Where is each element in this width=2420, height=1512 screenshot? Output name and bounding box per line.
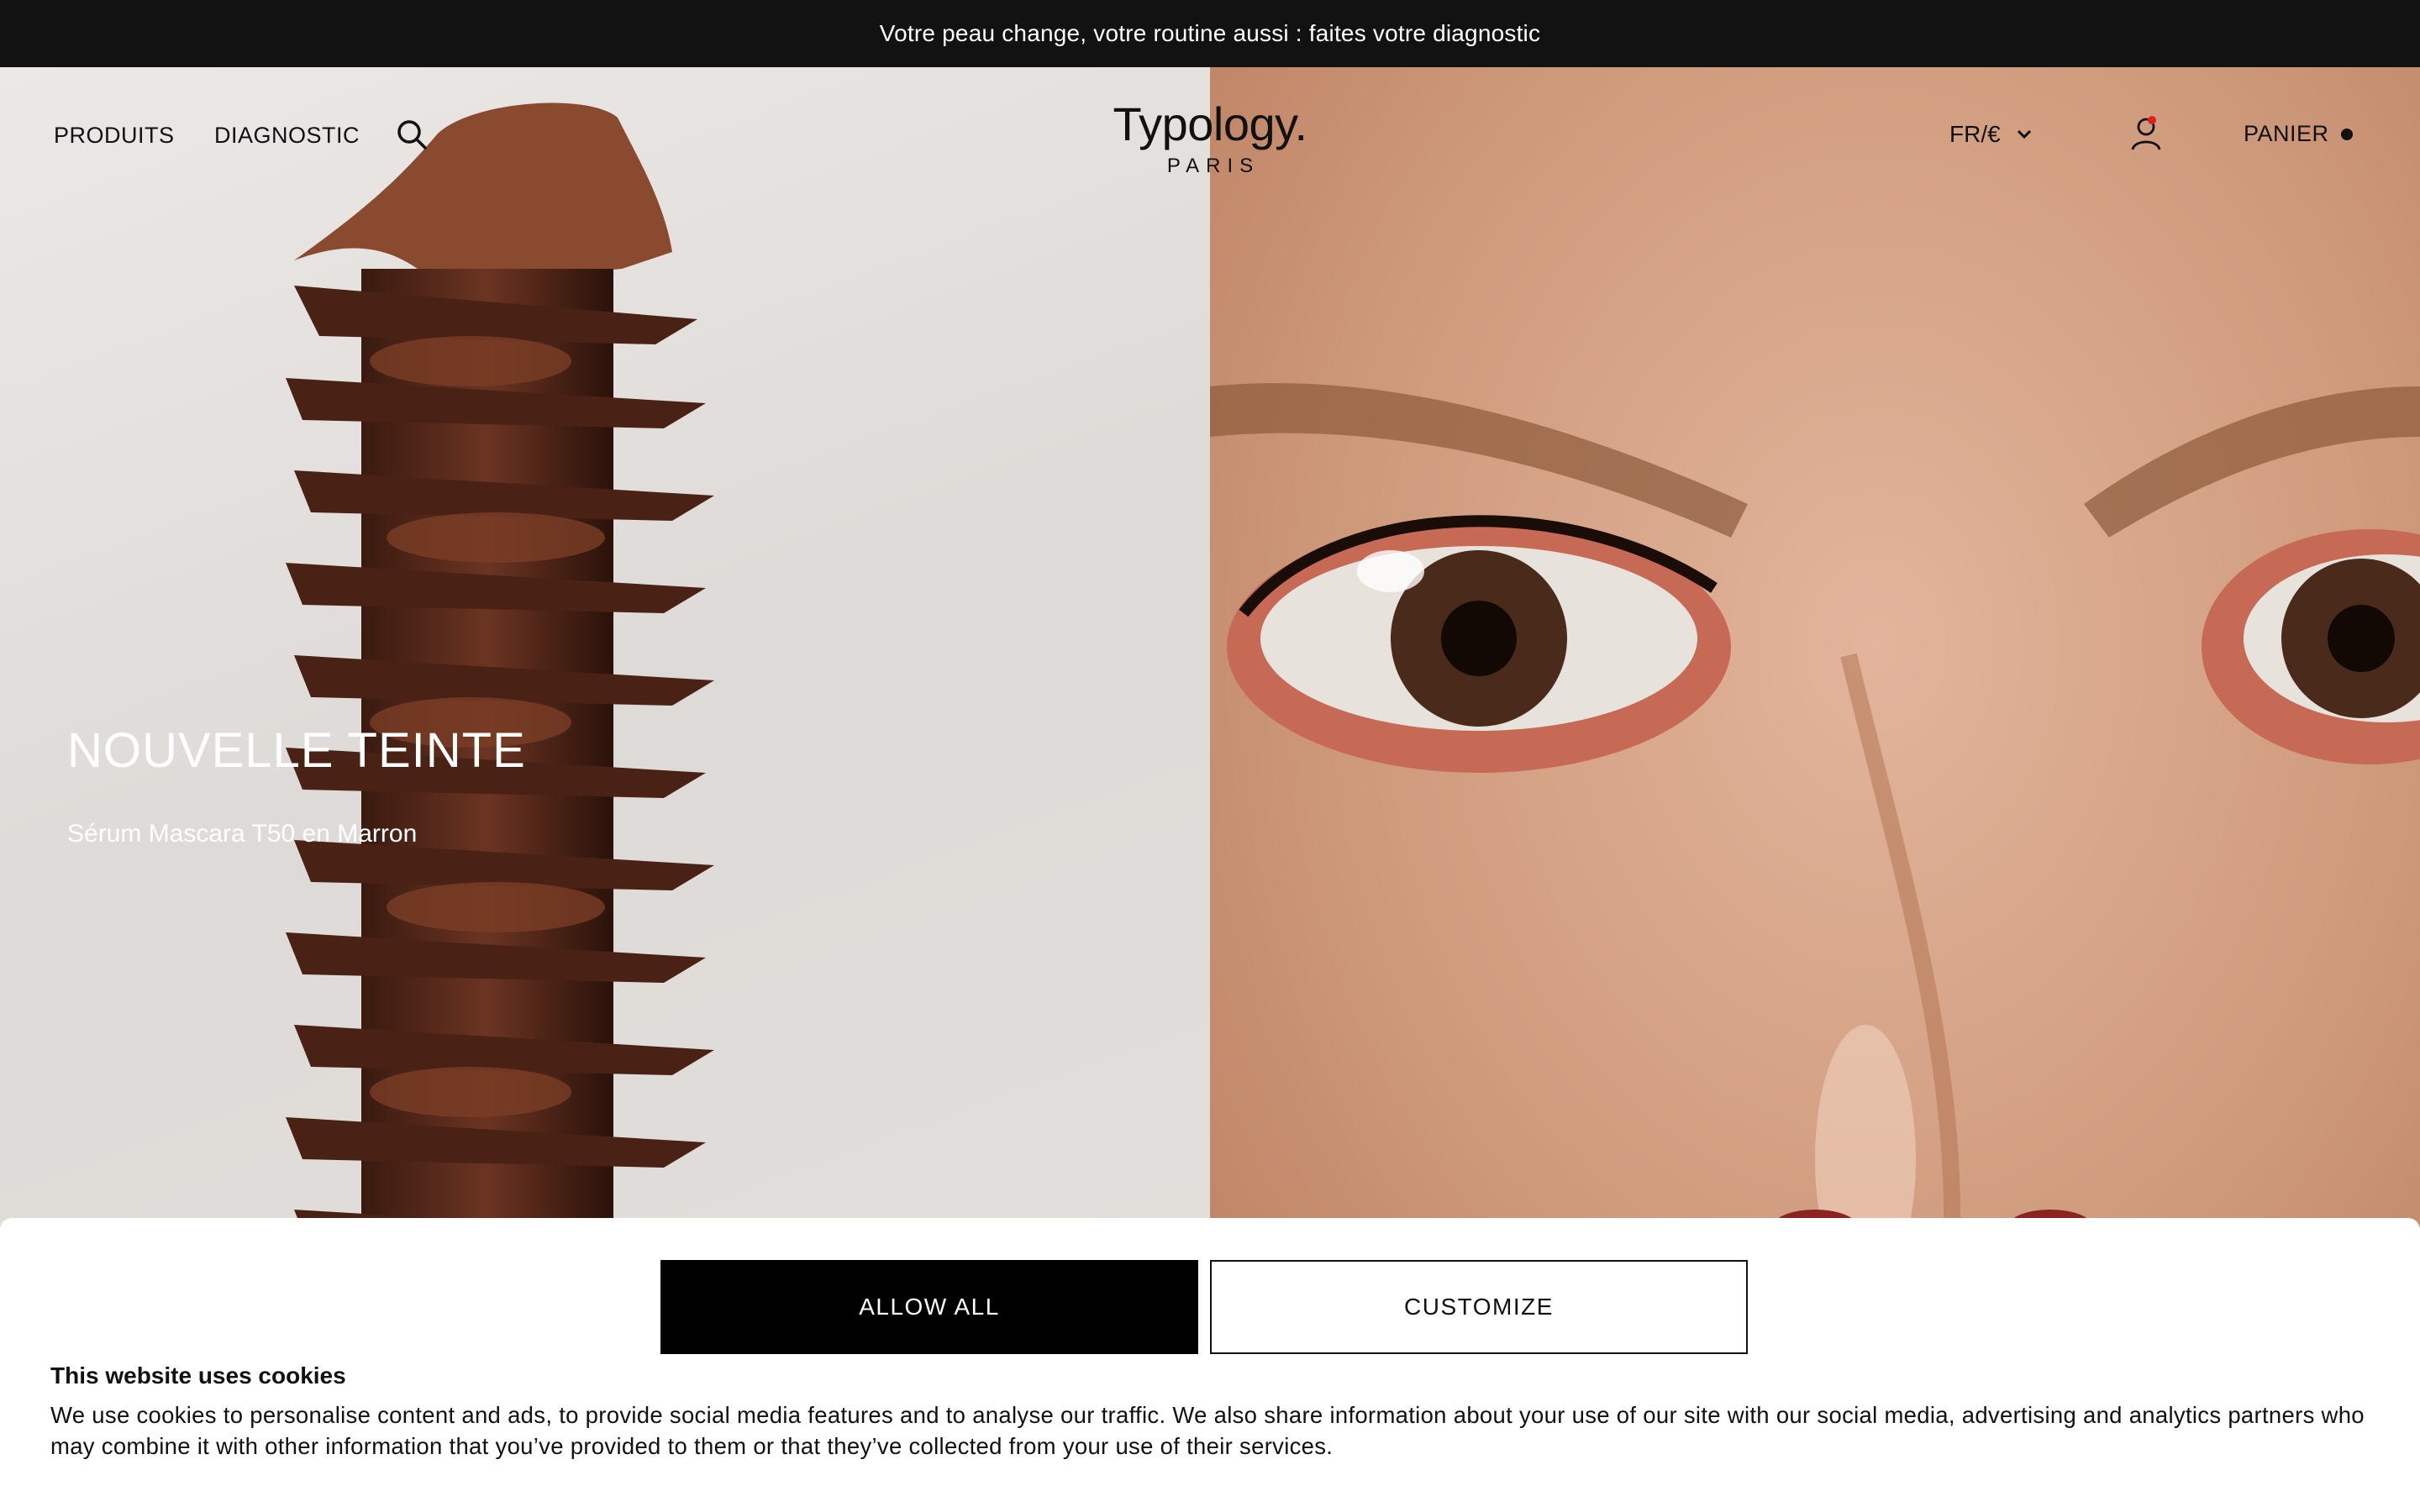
- announcement-bar[interactable]: Votre peau change, votre routine aussi :…: [0, 0, 2420, 67]
- search-icon[interactable]: [393, 116, 430, 153]
- cart-link[interactable]: PANIER: [2244, 121, 2353, 147]
- language-label: FR/€: [1949, 121, 2001, 147]
- logo-tagline: PARIS: [1166, 155, 1260, 177]
- account-notification-dot: [2148, 116, 2156, 124]
- logo-wordmark: Typology.: [1113, 97, 1307, 150]
- page-root: Votre peau change, votre routine aussi :…: [0, 0, 2420, 1512]
- cookie-title: This website uses cookies: [50, 1362, 346, 1389]
- nav-diagnostic[interactable]: DIAGNOSTIC: [214, 123, 360, 149]
- hero-title: NOUVELLE TEINTE: [67, 723, 526, 778]
- allow-all-button[interactable]: ALLOW ALL: [660, 1260, 1198, 1354]
- cart-indicator-dot: [2340, 128, 2353, 140]
- customize-button[interactable]: CUSTOMIZE: [1210, 1260, 1748, 1354]
- language-selector[interactable]: FR/€: [1949, 121, 2033, 148]
- announcement-text[interactable]: Votre peau change, votre routine aussi :…: [880, 20, 1540, 47]
- hero-subtitle: Sérum Mascara T50 en Marron: [67, 820, 418, 848]
- nav-produits[interactable]: PRODUITS: [54, 123, 175, 149]
- cart-label: PANIER: [2244, 121, 2329, 146]
- cookie-description: We use cookies to personalise content an…: [50, 1402, 2365, 1459]
- cookie-banner: ALLOW ALL CUSTOMIZE This website uses co…: [0, 1218, 2420, 1512]
- user-icon[interactable]: [2129, 116, 2163, 153]
- chevron-down-icon: [2017, 129, 2031, 139]
- site-header: PRODUITS DIAGNOSTIC Typology. PARIS FR/€…: [0, 67, 2420, 202]
- brand-logo[interactable]: Typology. PARIS: [1042, 99, 1378, 178]
